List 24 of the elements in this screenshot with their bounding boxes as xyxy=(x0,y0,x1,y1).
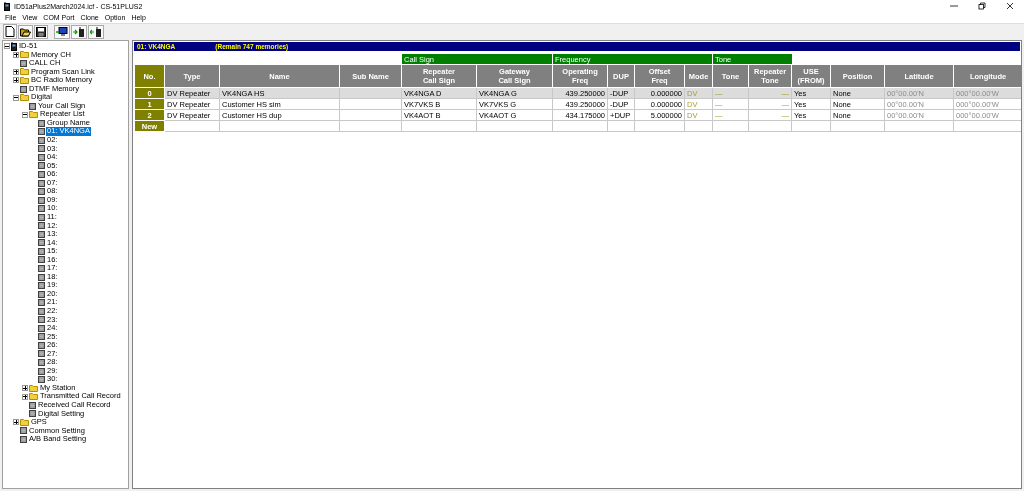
expand-toggle[interactable] xyxy=(22,385,28,392)
expand-toggle[interactable] xyxy=(22,393,28,400)
app-icon xyxy=(4,1,10,11)
radio-icon xyxy=(11,41,17,51)
collapse-toggle[interactable] xyxy=(22,111,28,118)
computer-icon[interactable] xyxy=(54,24,70,39)
save-icon[interactable] xyxy=(34,24,48,39)
minimize-icon[interactable] xyxy=(950,2,958,10)
expand-toggle[interactable] xyxy=(13,68,19,75)
document-icon xyxy=(29,102,36,110)
restore-icon[interactable] xyxy=(978,2,986,10)
collapse-toggle[interactable] xyxy=(13,94,19,101)
radio-out-icon[interactable] xyxy=(88,24,104,39)
radio-in-icon[interactable] xyxy=(71,24,87,39)
new-file-icon[interactable] xyxy=(3,24,17,39)
expand-toggle[interactable] xyxy=(13,77,19,84)
document-icon xyxy=(20,59,27,67)
open-folder-icon[interactable] xyxy=(18,24,33,39)
expand-toggle[interactable] xyxy=(13,51,19,58)
collapse-toggle[interactable] xyxy=(4,43,10,50)
folder-icon xyxy=(20,418,29,426)
close-icon[interactable] xyxy=(1006,2,1014,10)
document-icon xyxy=(20,85,27,93)
expand-toggle[interactable] xyxy=(13,419,19,426)
